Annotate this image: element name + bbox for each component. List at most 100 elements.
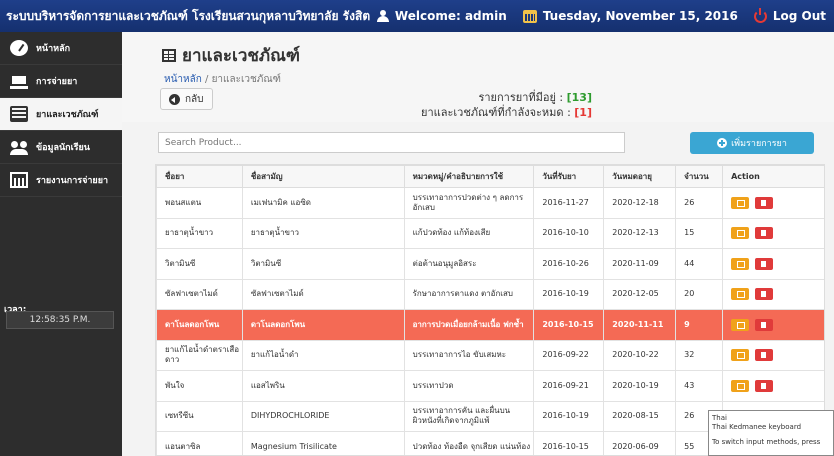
cell-expiry: 2020-06-09 [603, 431, 677, 455]
delete-button[interactable] [755, 257, 774, 270]
tooltip-line: Thai [712, 414, 727, 422]
header-qty[interactable]: จำนวน [675, 165, 724, 188]
cell-action [722, 217, 824, 249]
delete-button[interactable] [755, 318, 774, 331]
sidebar-item-label: รายงานการจ่ายยา [36, 176, 109, 186]
cell-action [722, 370, 824, 402]
action-buttons [731, 196, 824, 209]
cell-name: พอนสแตน [156, 187, 243, 219]
page-title-text: ยาและเวชภัณฑ์ [182, 46, 300, 66]
cell-name: ดาโนลดอกโพน [156, 309, 243, 341]
cell-category: อาการปวดเมื่อยกล้ามเนื้อ ฟกช้ำ [403, 309, 535, 341]
stock-line: รายการยาที่มีอยู่ : [13] [412, 90, 592, 105]
current-date: Tuesday, November 15, 2016 [522, 9, 738, 23]
breadcrumb: หน้าหลัก / ยาและเวชภัณฑ์ [164, 72, 281, 87]
cell-action [722, 187, 824, 219]
header-generic[interactable]: ชื่อสามัญ [241, 165, 405, 188]
delete-button[interactable] [755, 379, 774, 392]
table-row: พอนสแตน เมเฟนามิค แอซิด บรรเทาอาการปวดต่าง… [156, 187, 824, 219]
cell-qty: 20 [675, 278, 724, 310]
cell-received: 2016-10-19 [533, 278, 605, 310]
action-buttons [731, 318, 824, 331]
header-received[interactable]: วันที่รับยา [533, 165, 605, 188]
tooltip-line: To switch input methods, press [712, 438, 821, 446]
edit-button[interactable] [731, 227, 750, 240]
cell-expiry: 2020-12-18 [603, 187, 677, 219]
cell-name: เซทรีซีน [156, 400, 243, 432]
power-icon[interactable] [753, 7, 767, 23]
back-arrow-icon [169, 93, 180, 105]
app-title: ระบบบริหารจัดการยาและเวชภัณฑ์ โรงเรียนสว… [6, 8, 371, 23]
list-icon [10, 106, 28, 122]
header-expiry[interactable]: วันหมดอายุ [603, 165, 677, 188]
back-label[interactable]: กลับ [185, 92, 204, 107]
stock-count: [13] [566, 91, 592, 104]
cell-received: 2016-10-26 [533, 248, 605, 280]
edit-button[interactable] [731, 379, 750, 392]
delete-button[interactable] [755, 196, 774, 209]
logout-label[interactable]: Log Out [773, 9, 826, 23]
tooltip-line: Thai Kedmanee keyboard [712, 423, 802, 431]
cell-qty: 26 [675, 187, 724, 219]
cell-generic: ดาโนลดอกโพน [241, 309, 405, 341]
table-icon [162, 49, 176, 62]
cell-expiry: 2020-08-15 [603, 400, 677, 432]
edit-button[interactable] [731, 257, 750, 270]
cell-generic: DIHYDROCHLORIDE [241, 400, 405, 432]
add-medicine-label[interactable]: เพิ่มรายการยา [731, 136, 787, 150]
plus-circle-icon [717, 138, 728, 148]
header-name[interactable]: ชื่อยา [156, 165, 243, 188]
table-row: พันใจ แอสไพริน บรรเทาปวด 2016-09-21 2020-10-… [156, 370, 824, 402]
sidebar: หน้าหลัก การจ่ายยา ยาและเวชภัณฑ์ ข้อมูลน… [0, 32, 122, 456]
action-buttons [731, 227, 824, 240]
cell-expiry: 2020-11-09 [603, 248, 677, 280]
cell-received: 2016-09-22 [533, 339, 605, 371]
edit-button[interactable] [731, 318, 750, 331]
calendar-icon [522, 9, 537, 23]
edit-button[interactable] [731, 288, 750, 301]
sidebar-item-home[interactable]: หน้าหลัก [0, 32, 122, 65]
cell-generic: Magnesium Trisilicate [241, 431, 405, 455]
cell-action [722, 248, 824, 280]
action-buttons [731, 349, 824, 362]
edit-button[interactable] [731, 349, 750, 362]
delete-button[interactable] [755, 227, 774, 240]
cell-generic: ยาแก้ไอน้ำดำ [241, 339, 405, 371]
sidebar-item-medicines[interactable]: ยาและเวชภัณฑ์ [0, 98, 122, 131]
cell-received: 2016-10-15 [533, 431, 605, 455]
cell-expiry: 2020-11-11 [603, 309, 677, 341]
sidebar-item-students[interactable]: ข้อมูลนักเรียน [0, 131, 122, 164]
edit-button[interactable] [731, 196, 750, 209]
sidebar-item-reports[interactable]: รายงานการจ่ายยา [0, 164, 122, 197]
cell-name: พันใจ [156, 370, 243, 402]
logout-link[interactable]: Log Out [753, 7, 826, 23]
stock-summary: รายการยาที่มีอยู่ : [13] ยาและเวชภัณฑ์ที… [412, 90, 592, 120]
sidebar-item-label: ยาและเวชภัณฑ์ [36, 110, 99, 120]
table-row: ซัลฟาเซตาไมด์ ซัลฟาเซตาไมด์ รักษาอาการตาแด… [156, 278, 824, 310]
delete-button[interactable] [755, 349, 774, 362]
user-icon [376, 10, 389, 22]
cell-category: ปวดท้อง ท้องอืด จุกเสียด แน่นท้อง [403, 431, 535, 455]
page-title: ยาและเวชภัณฑ์ [162, 42, 300, 69]
sidebar-item-dispense[interactable]: การจ่ายยา [0, 65, 122, 98]
cell-expiry: 2020-10-19 [603, 370, 677, 402]
table-row: วิตามินซี วิตามินซี ต่อต้านอนุมูลอิสระ 2016… [156, 248, 824, 280]
table-row: ดาโนลดอกโพน ดาโนลดอกโพน อาการปวดเมื่อยกล้า… [156, 309, 824, 341]
search-input[interactable] [158, 132, 625, 153]
cart-icon [10, 73, 28, 89]
cell-action [722, 278, 824, 310]
users-icon [10, 139, 28, 155]
header-category[interactable]: หมวดหมู่/คำอธิบายการใช้ [403, 165, 535, 188]
input-method-tooltip: Thai Thai Kedmanee keyboard To switch in… [708, 410, 834, 456]
add-medicine-button[interactable]: เพิ่มรายการยา [690, 132, 814, 154]
breadcrumb-home-link[interactable]: หน้าหลัก [164, 74, 202, 85]
back-button[interactable]: กลับ [160, 88, 213, 110]
delete-button[interactable] [755, 288, 774, 301]
cell-qty: 15 [675, 217, 724, 249]
cell-received: 2016-10-19 [533, 400, 605, 432]
table-row: ยาแก้ไอน้ำดำตราเสือดาว ยาแก้ไอน้ำดำ บรรเทา… [156, 339, 824, 371]
cell-name: ยาแก้ไอน้ำดำตราเสือดาว [156, 339, 243, 371]
cell-qty: 44 [675, 248, 724, 280]
stock-label: รายการยาที่มีอยู่ : [478, 91, 567, 104]
cell-category: บรรเทาอาการคัน และผื่นบนผิวหนังที่เกิดจา… [403, 400, 535, 432]
